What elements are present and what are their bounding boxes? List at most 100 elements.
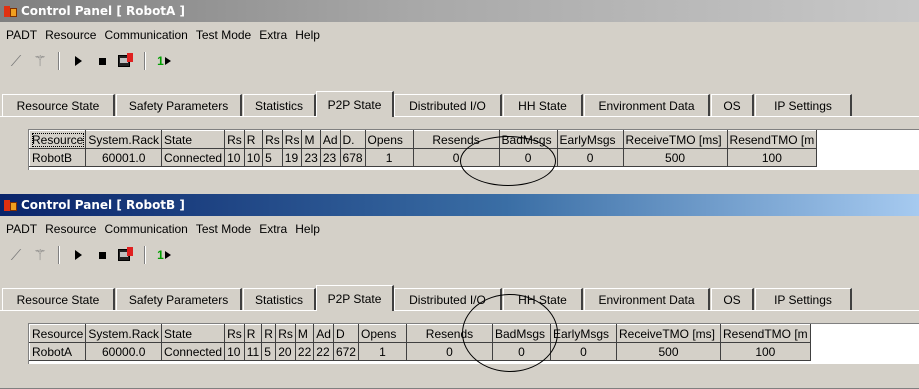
download-button[interactable]	[114, 51, 138, 71]
column-header[interactable]: M	[301, 130, 321, 149]
table-row[interactable]: RobotB 60001.0 Connected 10 10 5 19 23 2…	[28, 148, 818, 167]
column-header[interactable]: Rs	[224, 130, 245, 149]
column-header[interactable]: Rs	[275, 324, 296, 343]
tab-os[interactable]: OS	[711, 94, 754, 116]
connect-icon: ⟋	[10, 52, 22, 70]
tab-bar: Resource State Safety Parameters Statist…	[0, 285, 919, 311]
tab-ip-settings[interactable]: IP Settings	[755, 288, 852, 310]
p2p-grid[interactable]: Resource System.Rack State Rs R R Rs M A…	[28, 323, 919, 364]
menu-communication[interactable]: Communication	[100, 222, 191, 236]
download-icon	[118, 247, 134, 263]
run-once-button[interactable]: 1	[152, 245, 176, 265]
column-header[interactable]: System.Rack	[85, 130, 163, 149]
column-header[interactable]: D	[332, 324, 359, 343]
run-once-button[interactable]: 1	[152, 51, 176, 71]
column-header[interactable]: Opens	[357, 324, 407, 343]
column-header[interactable]: System.Rack	[85, 324, 163, 343]
stop-button[interactable]	[90, 245, 114, 265]
menu-test-mode[interactable]: Test Mode	[192, 28, 255, 42]
play-icon	[74, 56, 82, 66]
app-icon	[4, 199, 18, 212]
title-bar[interactable]: Control Panel [ RobotB ]	[0, 194, 919, 216]
stop-button[interactable]	[90, 51, 114, 71]
table-cell: 10	[224, 148, 245, 167]
table-cell: 1	[364, 148, 414, 167]
column-header[interactable]: R	[261, 324, 277, 343]
tab-environment-data[interactable]: Environment Data	[584, 94, 710, 116]
p2p-table: Resource System.Rack State Rs R R Rs M A…	[28, 324, 811, 361]
table-cell: 19	[281, 148, 303, 167]
column-header[interactable]: Resource	[28, 130, 87, 149]
column-header[interactable]: State	[161, 324, 226, 343]
column-header[interactable]: D.	[339, 130, 366, 149]
wand-button[interactable]: ⚚	[28, 51, 52, 71]
column-header[interactable]: EarlyMsgs	[549, 324, 617, 343]
menu-help[interactable]: Help	[291, 28, 324, 42]
tab-distributed-io[interactable]: Distributed I/O	[394, 288, 502, 310]
tab-p2p-state[interactable]: P2P State	[316, 285, 394, 311]
column-header[interactable]: State	[161, 130, 226, 149]
wand-button[interactable]: ⚚	[28, 245, 52, 265]
tab-content: Resource System.Rack State Rs R R Rs M A…	[0, 311, 919, 389]
table-cell: RobotA	[28, 342, 87, 361]
tab-resource-state[interactable]: Resource State	[2, 288, 115, 310]
menu-resource[interactable]: Resource	[41, 28, 100, 42]
tab-environment-data[interactable]: Environment Data	[584, 288, 710, 310]
toolbar: ⟋ ⚚ 1	[0, 48, 919, 74]
table-cell: 22	[313, 342, 334, 361]
table-cell: 10	[243, 148, 264, 167]
menu-help[interactable]: Help	[291, 222, 324, 236]
column-header[interactable]: Resource	[28, 324, 87, 343]
tab-p2p-state[interactable]: P2P State	[316, 91, 394, 117]
column-header[interactable]: ReceiveTMO [ms]	[615, 324, 721, 343]
window-title: Control Panel [ RobotA ]	[21, 4, 185, 18]
start-button[interactable]	[66, 245, 90, 265]
column-header[interactable]: Opens	[364, 130, 414, 149]
column-header[interactable]: Ad	[313, 324, 334, 343]
column-header[interactable]: ReceiveTMO [ms]	[622, 130, 728, 149]
column-header-resends[interactable]: Resends	[405, 324, 493, 343]
column-header[interactable]: BadMsgs	[498, 130, 558, 149]
tab-resource-state[interactable]: Resource State	[2, 94, 115, 116]
tab-ip-settings[interactable]: IP Settings	[755, 94, 852, 116]
tab-statistics[interactable]: Statistics	[243, 94, 316, 116]
connect-button[interactable]: ⟋	[4, 245, 28, 265]
table-header-row: Resource System.Rack State Rs R Rs Rs M …	[28, 130, 818, 149]
tab-hh-state[interactable]: HH State	[503, 288, 583, 310]
window-title: Control Panel [ RobotB ]	[21, 198, 185, 212]
tab-os[interactable]: OS	[711, 288, 754, 310]
start-button[interactable]	[66, 51, 90, 71]
download-button[interactable]	[114, 245, 138, 265]
column-header[interactable]: ResendTMO [m	[726, 130, 818, 149]
menu-communication[interactable]: Communication	[100, 28, 191, 42]
column-header[interactable]: Rs	[262, 130, 283, 149]
column-header[interactable]: Ad	[319, 130, 341, 149]
column-header[interactable]: R	[243, 130, 264, 149]
tab-safety-parameters[interactable]: Safety Parameters	[116, 288, 242, 310]
column-header[interactable]: Rs	[281, 130, 303, 149]
column-header[interactable]: ResendTMO [m	[719, 324, 811, 343]
menu-extra[interactable]: Extra	[255, 222, 291, 236]
connect-button[interactable]: ⟋	[4, 51, 28, 71]
wand-icon: ⚚	[33, 246, 47, 264]
column-header[interactable]: R	[243, 324, 263, 343]
menu-test-mode[interactable]: Test Mode	[192, 222, 255, 236]
menu-padt[interactable]: PADT	[2, 222, 41, 236]
table-row[interactable]: RobotA 60000.0 Connected 10 11 5 20 22 2…	[28, 342, 811, 361]
p2p-grid[interactable]: Resource System.Rack State Rs R Rs Rs M …	[28, 129, 919, 170]
menu-resource[interactable]: Resource	[41, 222, 100, 236]
tab-safety-parameters[interactable]: Safety Parameters	[116, 94, 242, 116]
column-header-resends[interactable]: Resends	[412, 130, 500, 149]
tab-distributed-io[interactable]: Distributed I/O	[394, 94, 502, 116]
tab-statistics[interactable]: Statistics	[243, 288, 316, 310]
column-header[interactable]: BadMsgs	[491, 324, 551, 343]
column-header[interactable]: Rs	[224, 324, 245, 343]
title-bar[interactable]: Control Panel [ RobotA ]	[0, 0, 919, 22]
menu-extra[interactable]: Extra	[255, 28, 291, 42]
menu-bar: PADT Resource Communication Test Mode Ex…	[0, 220, 919, 238]
column-header[interactable]: EarlyMsgs	[556, 130, 624, 149]
column-header[interactable]: M	[294, 324, 315, 343]
menu-padt[interactable]: PADT	[2, 28, 41, 42]
tab-hh-state[interactable]: HH State	[503, 94, 583, 116]
tab-content: Resource System.Rack State Rs R Rs Rs M …	[0, 117, 919, 194]
